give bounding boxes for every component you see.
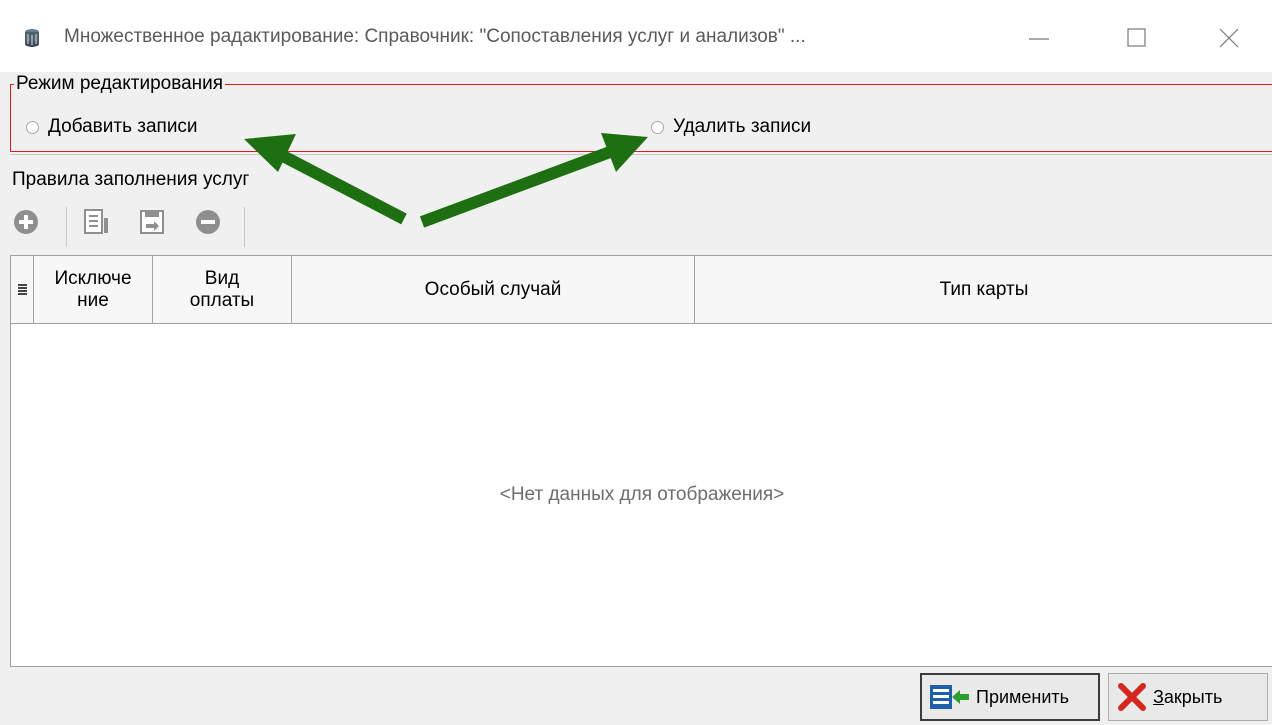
radio-button[interactable] — [651, 120, 664, 134]
column-chooser-icon — [17, 283, 27, 295]
close-icon — [1219, 28, 1239, 48]
add-icon[interactable] — [12, 208, 40, 236]
toolbar-separator — [66, 207, 67, 247]
window-title: Множественное радактирование: Справочник… — [64, 26, 806, 47]
radio-delete-records[interactable]: Удалить записи — [651, 114, 811, 140]
toolbar-separator — [244, 207, 245, 247]
minimize-icon — [1029, 38, 1049, 40]
close-label: Закрыть — [1153, 686, 1223, 707]
grid-header: Исключе ние Вид оплаты Особый случай Тип… — [11, 256, 1272, 324]
divider — [10, 154, 1272, 155]
close-x-icon — [1118, 683, 1146, 711]
radio-add-label: Добавить записи — [48, 116, 198, 137]
column-header-card-type[interactable]: Тип карты — [695, 256, 1272, 323]
save-icon[interactable] — [138, 208, 166, 236]
column-header-payment-type[interactable]: Вид оплаты — [153, 256, 292, 323]
maximize-button[interactable] — [1114, 18, 1160, 58]
column-chooser-button[interactable] — [11, 256, 34, 323]
rules-toolbar — [10, 203, 310, 249]
edit-icon[interactable] — [82, 208, 110, 236]
rules-section-title: Правила заполнения услуг — [12, 169, 250, 190]
grid-empty-text: <Нет данных для отображения> — [499, 484, 785, 505]
column-header-special-case[interactable]: Особый случай — [292, 256, 695, 323]
apply-icon — [930, 685, 969, 709]
apply-label: Применить — [976, 686, 1070, 707]
radio-button[interactable] — [26, 120, 39, 134]
apply-button[interactable]: Применить — [920, 673, 1100, 721]
radio-add-records[interactable]: Добавить записи — [26, 114, 198, 140]
rules-grid: Исключе ние Вид оплаты Особый случай Тип… — [10, 255, 1272, 666]
title-bar: Множественное радактирование: Справочник… — [0, 0, 1272, 72]
close-window-button[interactable] — [1206, 18, 1252, 58]
maximize-icon — [1127, 28, 1146, 47]
edit-mode-legend: Режим редактирования — [14, 72, 226, 96]
dialog-window: Множественное радактирование: Справочник… — [0, 0, 1272, 725]
column-header-exception[interactable]: Исключе ние — [34, 256, 153, 323]
database-icon — [24, 28, 40, 48]
window-left-edge — [0, 72, 10, 724]
minimize-button[interactable] — [1016, 18, 1062, 58]
radio-delete-label: Удалить записи — [673, 116, 812, 137]
remove-icon[interactable] — [194, 208, 222, 236]
close-button[interactable]: Закрыть — [1108, 673, 1268, 721]
